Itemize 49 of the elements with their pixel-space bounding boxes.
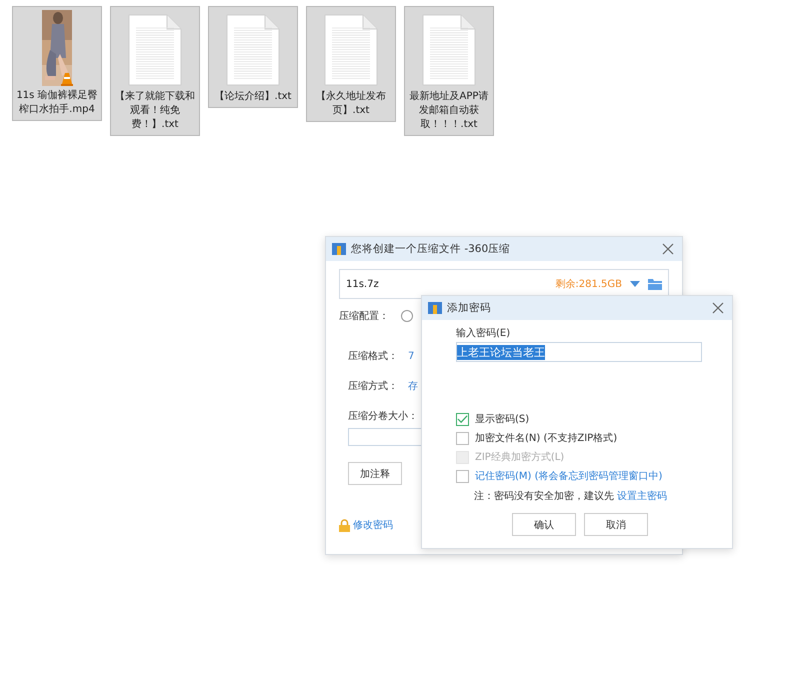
checkbox-label: 显示密码(S) bbox=[475, 412, 530, 426]
file-name: 【来了就能下载和观看！纯免费！】.txt bbox=[114, 90, 196, 132]
checkbox-label: ZIP经典加密方式(L) bbox=[475, 450, 564, 464]
window-title: 添加密码 bbox=[447, 301, 492, 315]
method-value[interactable]: 存 bbox=[408, 379, 418, 393]
lock-icon bbox=[339, 518, 350, 532]
file-item[interactable]: 最新地址及APP请发邮箱自动获取！！！.txt bbox=[404, 6, 494, 136]
radio-button[interactable] bbox=[401, 310, 413, 322]
text-file-icon bbox=[128, 14, 182, 86]
checkbox-label: 加密文件名(N) (不支持ZIP格式) bbox=[475, 432, 618, 445]
close-button[interactable] bbox=[710, 300, 726, 316]
free-space-text: 剩余:281.5GB bbox=[555, 278, 622, 291]
window-title: 您将创建一个压缩文件 -360压缩 bbox=[351, 242, 512, 256]
text-file-icon bbox=[422, 14, 476, 86]
archive-icon bbox=[428, 302, 442, 314]
add-comment-button[interactable]: 加注释 bbox=[348, 462, 402, 485]
config-label: 压缩配置： bbox=[339, 310, 389, 323]
note-text: 注：密码没有安全加密，建议先 bbox=[474, 490, 614, 503]
archive-icon bbox=[332, 243, 346, 255]
file-item[interactable]: 【永久地址发布页】.txt bbox=[306, 6, 396, 122]
format-label: 压缩格式： bbox=[348, 350, 399, 363]
traffic-cone-icon bbox=[60, 72, 74, 86]
volume-size-label: 压缩分卷大小： bbox=[348, 410, 418, 423]
dialog-button[interactable]: 取消 bbox=[584, 513, 648, 536]
close-button[interactable] bbox=[660, 241, 676, 257]
text-file-icon bbox=[226, 14, 280, 86]
password-label: 输入密码(E) bbox=[456, 326, 512, 340]
file-name: 最新地址及APP请发邮箱自动获取！！！.txt bbox=[408, 90, 490, 132]
file-item[interactable]: 11s 瑜伽裤裸足臀榨口水拍手.mp4 bbox=[12, 6, 102, 121]
method-label: 压缩方式： bbox=[348, 380, 399, 393]
text-file-icon bbox=[324, 14, 378, 86]
dropdown-arrow-icon[interactable] bbox=[630, 281, 640, 287]
checkbox[interactable] bbox=[456, 470, 469, 482]
format-value[interactable]: 7 bbox=[408, 350, 414, 362]
set-master-password-link[interactable]: 设置主密码 bbox=[617, 489, 667, 503]
password-field[interactable]: 上老王论坛当老王 bbox=[456, 342, 702, 362]
checkbox-label: 记住密码(M) (将会备忘到密码管理窗口中) bbox=[475, 470, 662, 483]
file-name-value: 11s.7z bbox=[346, 278, 380, 290]
dialog-button[interactable]: 确认 bbox=[512, 513, 576, 536]
file-name: 【论坛介绍】.txt bbox=[214, 90, 292, 104]
file-name: 11s 瑜伽裤裸足臀榨口水拍手.mp4 bbox=[16, 89, 98, 117]
password-value: 上老王论坛当老王 bbox=[457, 344, 545, 360]
file-item[interactable]: 【论坛介绍】.txt bbox=[208, 6, 298, 108]
change-password-link[interactable]: 修改密码 bbox=[353, 518, 393, 532]
folder-icon[interactable] bbox=[648, 278, 662, 290]
file-item[interactable]: 【来了就能下载和观看！纯免费！】.txt bbox=[110, 6, 200, 136]
checkbox[interactable] bbox=[456, 432, 469, 444]
file-name: 【永久地址发布页】.txt bbox=[315, 90, 387, 118]
checkbox[interactable] bbox=[456, 412, 469, 426]
